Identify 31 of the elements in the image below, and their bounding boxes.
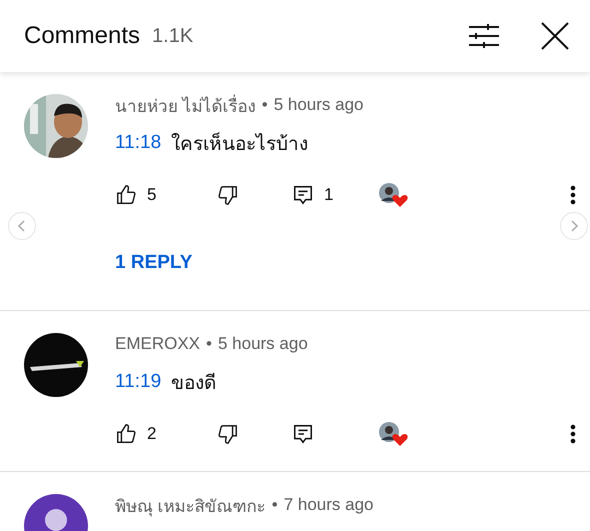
like-button[interactable]: [115, 184, 137, 206]
dislike-button[interactable]: [217, 423, 239, 445]
panel-title: Comments: [24, 22, 140, 50]
like-count: 2: [147, 424, 158, 444]
chevron-right-icon: [569, 220, 579, 232]
comment-count: 1.1K: [152, 24, 194, 48]
comment-text: 11:18 ใครเห็นอะไรบ้าง: [115, 131, 310, 156]
like-count: 5: [147, 185, 158, 205]
dislike-button[interactable]: [217, 184, 239, 206]
reply-count: 1: [324, 185, 334, 205]
chevron-left-icon: [17, 220, 27, 232]
author-name[interactable]: EMEROXX: [115, 334, 200, 354]
separator-dot: •: [272, 495, 278, 515]
comment-time: 5 hours ago: [274, 95, 364, 115]
filter-icon[interactable]: [468, 23, 500, 49]
close-icon[interactable]: [540, 21, 570, 51]
comment-time: 5 hours ago: [218, 334, 308, 354]
more-icon[interactable]: [570, 185, 576, 205]
comment-time: 7 hours ago: [284, 495, 374, 515]
comment-text: 11:19 ของดี: [115, 370, 218, 395]
author-name[interactable]: นายห่วย ไม่ได้เรื่อง: [115, 92, 256, 118]
reply-button[interactable]: [292, 423, 314, 445]
separator-dot: •: [206, 334, 212, 354]
reply-button[interactable]: [292, 184, 314, 206]
like-button[interactable]: [115, 423, 137, 445]
timestamp-link[interactable]: 11:19: [115, 371, 162, 393]
author-name[interactable]: พิษณุ เหมะสิขัณฑกะ: [115, 492, 266, 518]
more-icon[interactable]: [570, 424, 576, 444]
separator-dot: •: [262, 95, 268, 115]
replies-link[interactable]: 1 REPLY: [115, 250, 192, 276]
timestamp-link[interactable]: 11:18: [115, 132, 162, 154]
